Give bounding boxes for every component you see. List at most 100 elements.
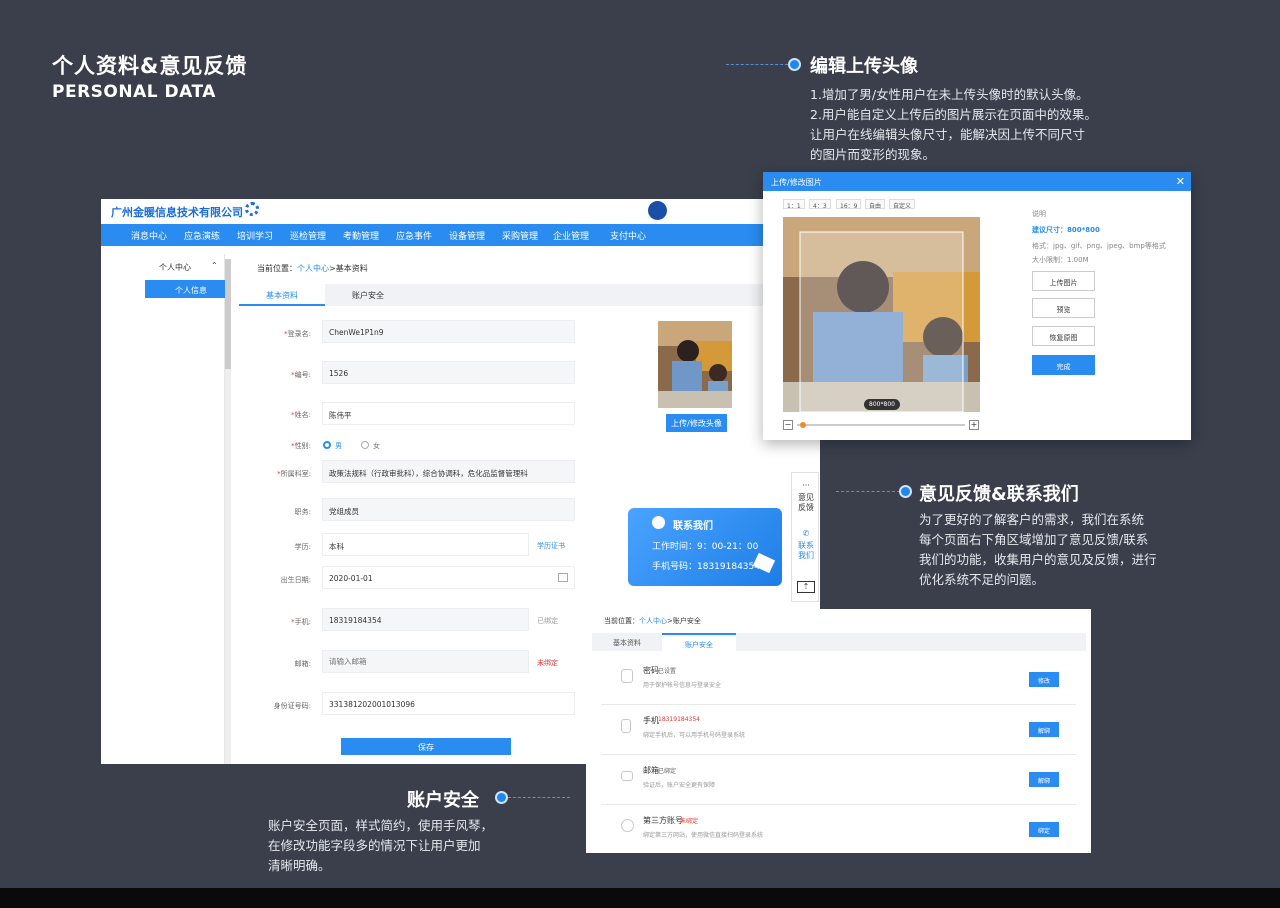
tab-account-security[interactable]: 账户安全	[662, 633, 736, 651]
email-input[interactable]	[322, 650, 529, 673]
nav-item[interactable]: 采购管理	[502, 229, 538, 242]
nav-item[interactable]: 巡检管理	[290, 229, 326, 242]
department-field[interactable]: 政策法规科（行政审批科），综合协调科，危化品监督管理科	[322, 460, 575, 483]
item-name: 手机	[643, 716, 659, 725]
birth-date-field[interactable]: 2020-01-01	[322, 566, 575, 589]
crop-area[interactable]: 800*800	[783, 217, 980, 412]
nav-item[interactable]: 消息中心	[131, 229, 167, 242]
zoom-out-icon[interactable]: −	[783, 420, 793, 430]
job-field[interactable]: 党组成员	[322, 498, 575, 521]
id-card-field[interactable]: 331381202001013096	[322, 692, 575, 715]
back-to-top-icon[interactable]: ⇡	[797, 581, 815, 593]
form-label: *编号:	[291, 371, 311, 379]
id-number-field[interactable]: 1526	[322, 361, 575, 384]
feedback-button[interactable]: 意见反馈	[797, 493, 815, 513]
desc-line: 清晰明确。	[268, 858, 331, 873]
calendar-icon[interactable]	[558, 573, 568, 582]
contact-button[interactable]: 联系我们	[797, 541, 815, 561]
nav-item[interactable]: 应急事件	[396, 229, 432, 242]
ratio-option[interactable]: 自定义	[889, 199, 916, 210]
nav-item[interactable]: 培训学习	[237, 229, 273, 242]
education-field[interactable]: 本科	[322, 533, 529, 556]
ratio-option[interactable]: 4：3	[809, 199, 831, 210]
radio-male-label: 男	[335, 442, 342, 450]
mobile-icon	[621, 719, 631, 733]
breadcrumb-current: >账户安全	[667, 617, 701, 625]
connector-line	[726, 64, 788, 65]
preview-button[interactable]: 预览	[1032, 298, 1095, 318]
breadcrumb-prefix: 当前位置：	[604, 617, 639, 625]
desc-line: 2.用户能自定义上传后的图片展示在页面中的效果。	[810, 107, 1097, 122]
phone-icon[interactable]: ✆	[797, 529, 815, 539]
item-name: 邮箱	[643, 766, 659, 775]
crop-photo	[783, 217, 980, 412]
gear-icon[interactable]	[245, 202, 259, 216]
phone-status: 已绑定	[537, 617, 558, 625]
desc-line: 在修改功能字段多的情况下让用户更加	[268, 838, 481, 853]
chat-icon[interactable]: ···	[797, 481, 815, 491]
form-label: *性别:	[291, 442, 311, 450]
marker-dot	[899, 485, 912, 498]
nav-item[interactable]: 考勤管理	[343, 229, 379, 242]
login-name-field[interactable]: ChenWe1P1n9	[322, 320, 575, 343]
phone-field[interactable]: 18319184354	[322, 608, 529, 631]
info-limit: 大小限制：1.00M	[1032, 256, 1089, 264]
tab-basic-info[interactable]: 基本资料	[592, 633, 662, 651]
ratio-option[interactable]: 16：9	[836, 199, 862, 210]
modify-password-button[interactable]: 修改	[1029, 672, 1059, 687]
radio-male[interactable]	[323, 441, 331, 449]
bind-third-party-button[interactable]: 绑定	[1029, 822, 1059, 837]
nav-item[interactable]: 设备管理	[449, 229, 485, 242]
app-header: 广州金暖信息技术有限公司	[101, 199, 820, 224]
done-button[interactable]: 完成	[1032, 355, 1095, 375]
ratio-option[interactable]: 自由	[865, 199, 886, 210]
zoom-thumb[interactable]	[800, 422, 807, 428]
form-label: *登录名:	[284, 330, 311, 338]
breadcrumb: 当前位置：个人中心>账户安全	[604, 616, 701, 626]
sidebar-group[interactable]: 个人中心 ⌃	[145, 261, 225, 273]
reset-button[interactable]: 恢复原图	[1032, 326, 1095, 346]
item-name: 密码	[643, 666, 659, 675]
breadcrumb-link[interactable]: 个人中心	[297, 264, 329, 273]
tab-basic-info[interactable]: 基本资料	[239, 284, 325, 306]
zoom-track[interactable]	[797, 424, 965, 426]
close-icon[interactable]: ✕	[1176, 175, 1185, 188]
form-label: 身份证号码:	[273, 702, 311, 710]
item-status: 已绑定	[658, 768, 677, 775]
nav-item[interactable]: 应急演练	[184, 229, 220, 242]
zoom-slider[interactable]: − +	[783, 419, 980, 431]
unbind-email-button[interactable]: 解绑	[1029, 772, 1059, 787]
security-item-email: 邮箱 已绑定 验证后，账户安全更有保障 解绑	[601, 755, 1076, 805]
email-status: 未绑定	[537, 659, 558, 667]
link-icon	[621, 819, 634, 832]
security-item-password: 密码 已设置 用于保护帐号信息与登录安全 修改	[601, 655, 1076, 705]
item-status: 未绑定	[680, 818, 699, 825]
account-security-panel: 当前位置：个人中心>账户安全 基本资料 账户安全 密码 已设置 用于保护帐号信息…	[586, 609, 1091, 853]
unbind-phone-button[interactable]: 解绑	[1029, 722, 1059, 737]
section-title-avatar: 编辑上传头像	[810, 56, 918, 77]
form-label: *所属科室:	[277, 470, 311, 478]
sidebar-item-profile[interactable]: 个人信息	[145, 280, 225, 298]
top-nav: 消息中心 应急演练 培训学习 巡检管理 考勤管理 应急事件 设备管理 采购管理 …	[101, 224, 820, 246]
save-button[interactable]: 保存	[341, 738, 511, 755]
contact-phone: 手机号码：18319184354	[652, 562, 760, 572]
tab-account-security[interactable]: 账户安全	[325, 284, 411, 306]
radio-female[interactable]	[361, 441, 369, 449]
upload-image-button[interactable]: 上传图片	[1032, 271, 1095, 291]
upload-avatar-button[interactable]: 上传/修改头像	[666, 414, 727, 432]
scrollbar-thumb[interactable]	[225, 259, 231, 369]
section-title-security: 账户安全	[407, 790, 479, 811]
form-label: *姓名:	[291, 411, 311, 419]
nav-item[interactable]: 支付中心	[610, 229, 646, 242]
breadcrumb-link[interactable]: 个人中心	[639, 617, 667, 625]
headset-icon	[652, 516, 665, 529]
ratio-option[interactable]: 1：1	[783, 199, 805, 210]
tab-bar: 基本资料 账户安全	[239, 284, 819, 306]
sidebar-group-label: 个人中心	[159, 263, 191, 272]
certificate-link[interactable]: 学历证书	[537, 541, 565, 551]
name-field[interactable]: 陈伟平	[322, 402, 575, 425]
desc-line: 我们的功能，收集用户的意见及反馈，进行	[919, 552, 1157, 567]
zoom-in-icon[interactable]: +	[969, 420, 979, 430]
desc-line: 每个页面右下角区域增加了意见反馈/联系	[919, 532, 1149, 547]
nav-item[interactable]: 企业管理	[553, 229, 589, 242]
